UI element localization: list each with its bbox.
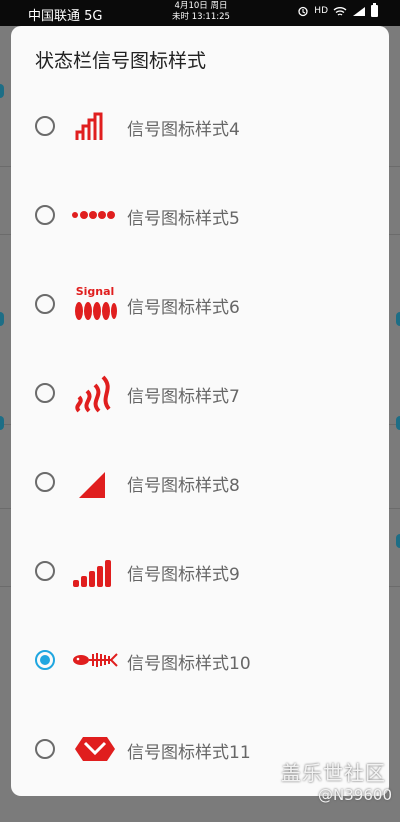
option-signal-style-10[interactable]: 信号图标样式10 (11, 630, 389, 690)
status-clock: 4月10日 周日 未时 13:11:25 (170, 1, 232, 23)
status-time: 未时 13:11:25 (172, 12, 230, 22)
status-icons: HD (297, 3, 378, 17)
option-label: 信号图标样式6 (127, 298, 240, 318)
signal-style-6-icon: Signal (75, 285, 117, 320)
option-label: 信号图标样式9 (127, 565, 240, 585)
signal-style-11-icon (75, 737, 115, 761)
signal-icon (353, 6, 365, 16)
wifi-icon (333, 6, 347, 16)
option-label: 信号图标样式10 (127, 654, 251, 674)
status-date: 4月10日 周日 (174, 1, 228, 11)
signal-style-dialog: 状态栏信号图标样式 信号图标样式4 信号图标样式5 Signal 信号图标样式6… (11, 26, 389, 796)
hd-icon: HD (314, 6, 328, 16)
carrier-label: 中国联通 5G (28, 9, 103, 24)
signal-style-7-icon (75, 375, 111, 413)
alarm-icon (298, 6, 308, 17)
option-signal-style-4[interactable]: 信号图标样式4 (11, 96, 389, 156)
option-label: 信号图标样式11 (127, 743, 251, 763)
svg-text:Signal: Signal (76, 285, 115, 298)
option-label: 信号图标样式4 (127, 120, 240, 140)
watermark-title: 盖乐世社区 (281, 761, 386, 785)
watermark-user: @N39600 (318, 786, 392, 804)
status-bar: 中国联通 5G 4月10日 周日 未时 13:11:25 HD (0, 0, 400, 26)
battery-icon (371, 3, 378, 17)
radio-button[interactable] (35, 383, 55, 403)
option-label: 信号图标样式8 (127, 476, 240, 496)
option-label: 信号图标样式7 (127, 387, 240, 407)
signal-style-4-icon (75, 112, 103, 140)
radio-button[interactable] (35, 205, 55, 225)
signal-style-9-icon (73, 560, 111, 587)
option-signal-style-7[interactable]: 信号图标样式7 (11, 363, 389, 423)
radio-button[interactable] (35, 116, 55, 136)
option-signal-style-6[interactable]: Signal 信号图标样式6 (11, 274, 389, 334)
option-signal-style-9[interactable]: 信号图标样式9 (11, 541, 389, 601)
signal-style-10-icon (73, 653, 118, 667)
radio-button-selected[interactable] (35, 650, 55, 670)
signal-style-5-icon (72, 211, 115, 219)
radio-button[interactable] (35, 472, 55, 492)
signal-style-8-icon (79, 472, 105, 498)
radio-button[interactable] (35, 739, 55, 759)
dialog-title: 状态栏信号图标样式 (35, 50, 207, 72)
radio-button[interactable] (35, 294, 55, 314)
option-signal-style-5[interactable]: 信号图标样式5 (11, 185, 389, 245)
radio-button[interactable] (35, 561, 55, 581)
option-label: 信号图标样式5 (127, 209, 240, 229)
option-signal-style-8[interactable]: 信号图标样式8 (11, 452, 389, 512)
